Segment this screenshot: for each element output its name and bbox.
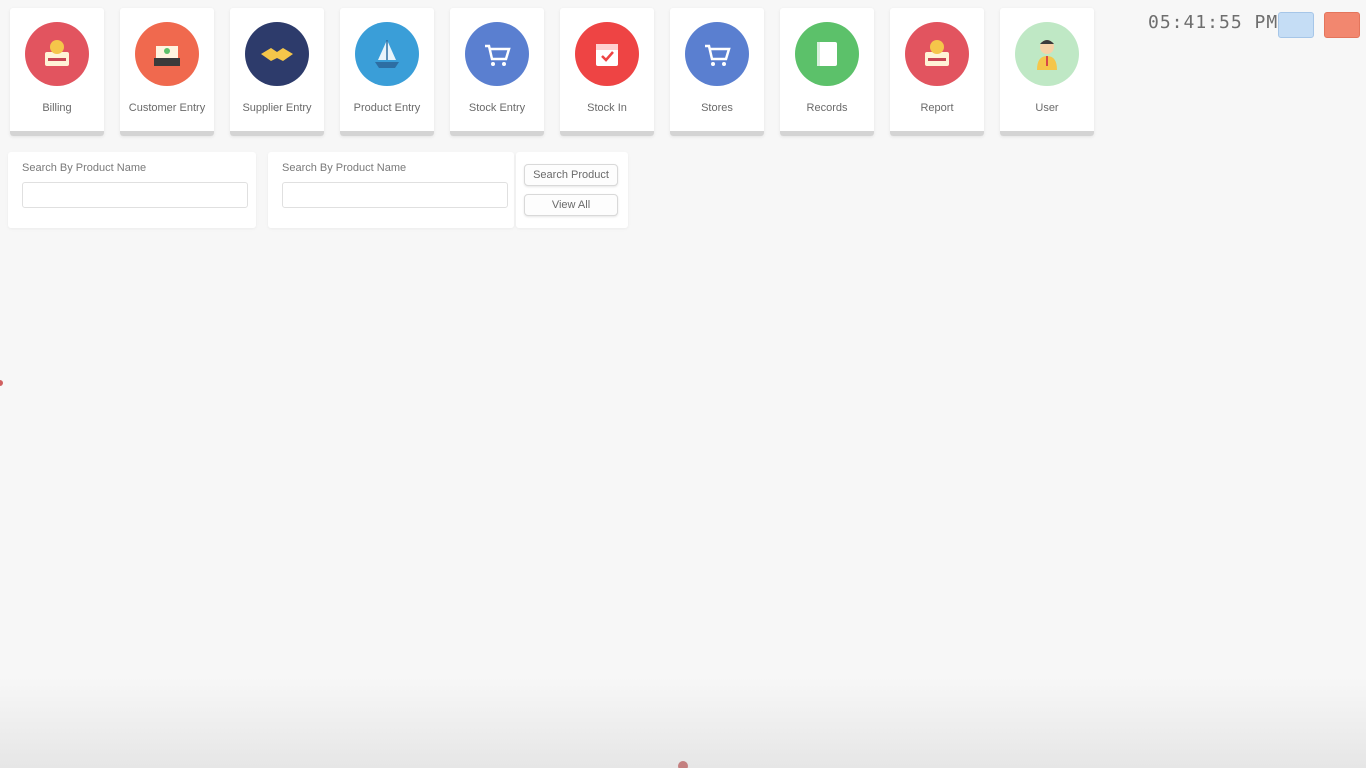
- book-icon: [795, 22, 859, 86]
- records-label: Records: [806, 102, 848, 114]
- stock-in-tile[interactable]: Stock In: [560, 8, 654, 136]
- stock-entry-label: Stock Entry: [468, 102, 526, 114]
- search-label-left: Search By Product Name: [22, 162, 147, 174]
- report-icon: [905, 22, 969, 86]
- report-tile[interactable]: Report: [890, 8, 984, 136]
- search-actions: Search Product View All: [516, 152, 628, 228]
- calendar-icon: [575, 22, 639, 86]
- search-label-right: Search By Product Name: [282, 162, 407, 174]
- cart-icon: [685, 22, 749, 86]
- edge-marker: [0, 380, 3, 386]
- search-input-left[interactable]: [22, 182, 248, 208]
- user-label: User: [1035, 102, 1059, 114]
- billing-tile[interactable]: Billing: [10, 8, 104, 136]
- minimize-button[interactable]: [1278, 12, 1314, 38]
- cart-icon: [465, 22, 529, 86]
- module-toolbar: Billing Customer Entry Supplier Entry Pr…: [10, 8, 1094, 136]
- billing-icon: [25, 22, 89, 86]
- search-panel-left: Search By Product Name: [8, 152, 256, 228]
- supplier-entry-tile[interactable]: Supplier Entry: [230, 8, 324, 136]
- close-button[interactable]: [1324, 12, 1360, 38]
- billing-label: Billing: [42, 102, 72, 114]
- customer-icon: [135, 22, 199, 86]
- bottom-bar: [0, 678, 1366, 768]
- report-label: Report: [920, 102, 954, 114]
- stock-entry-tile[interactable]: Stock Entry: [450, 8, 544, 136]
- handshake-icon: [245, 22, 309, 86]
- customer-entry-label: Customer Entry: [128, 102, 206, 114]
- user-tile[interactable]: User: [1000, 8, 1094, 136]
- stock-in-label: Stock In: [587, 102, 627, 114]
- clock-display: 05:41:55 PM: [1148, 12, 1279, 33]
- customer-entry-tile[interactable]: Customer Entry: [120, 8, 214, 136]
- supplier-entry-label: Supplier Entry: [242, 102, 312, 114]
- stores-tile[interactable]: Stores: [670, 8, 764, 136]
- cursor-marker: [678, 761, 688, 768]
- search-panel-right: Search By Product Name: [268, 152, 514, 228]
- user-icon: [1015, 22, 1079, 86]
- product-entry-label: Product Entry: [353, 102, 421, 114]
- records-tile[interactable]: Records: [780, 8, 874, 136]
- search-input-right[interactable]: [282, 182, 508, 208]
- search-product-button[interactable]: Search Product: [524, 164, 618, 186]
- ship-icon: [355, 22, 419, 86]
- view-all-button[interactable]: View All: [524, 194, 618, 216]
- stores-label: Stores: [701, 102, 733, 114]
- product-entry-tile[interactable]: Product Entry: [340, 8, 434, 136]
